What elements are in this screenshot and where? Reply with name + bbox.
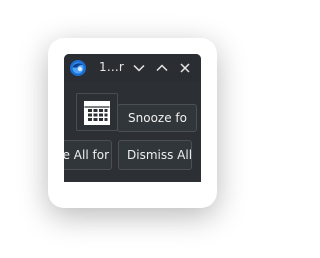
snooze-button-label: Snooze fo — [128, 111, 187, 125]
thunderbird-app-icon — [69, 59, 87, 77]
snooze-button[interactable]: Snooze fo — [117, 104, 197, 132]
dismiss-all-button[interactable]: Dismiss All — [118, 140, 192, 170]
calendar-icon — [83, 98, 111, 126]
title-bar[interactable]: 1...r — [64, 54, 201, 82]
chevron-up-icon[interactable] — [154, 60, 170, 76]
chevron-down-icon[interactable] — [131, 60, 147, 76]
window-title: 1...r — [99, 60, 125, 74]
close-icon[interactable] — [177, 60, 193, 76]
snooze-all-button[interactable]: Snooze All for — [64, 140, 112, 170]
reminder-content: Snooze fo Snooze All for Dismiss All — [64, 82, 201, 182]
snooze-all-button-label: Snooze All for — [64, 148, 109, 162]
reminder-window: 1...r Snooze fo All for Dismiss All — [64, 54, 201, 182]
desktop-background: 1...r Snooze fo All for Dismiss All — [0, 0, 265, 258]
dismiss-all-button-label: Dismiss All — [127, 148, 193, 162]
reminder-item[interactable] — [76, 93, 118, 131]
